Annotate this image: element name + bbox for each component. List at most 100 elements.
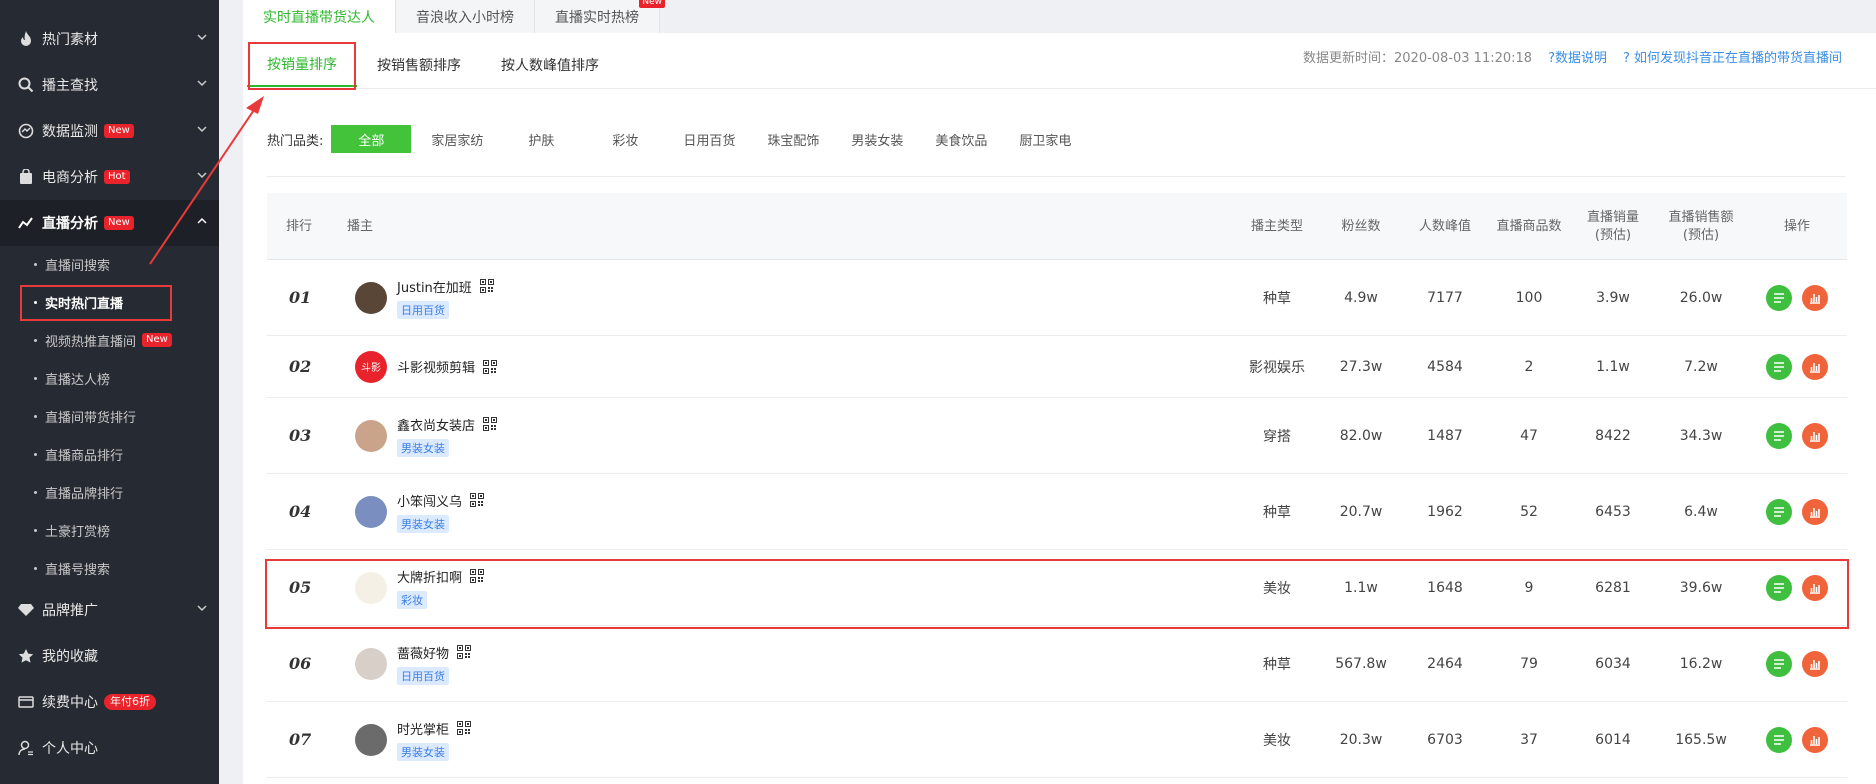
sidebar-item-renewal-center[interactable]: 续费中心 年付6折 <box>0 679 219 725</box>
rank-number: 03 <box>289 426 312 445</box>
detail-list-button[interactable] <box>1766 353 1792 380</box>
category-jewelry[interactable]: 珠宝配饰 <box>751 125 835 153</box>
avatar[interactable] <box>355 281 387 314</box>
sidebar-item-data-monitor[interactable]: 数据监测 New <box>0 108 219 154</box>
table-row: 01 Justin在加班 日用百货 种草 4.9w 7177 100 3.9w … <box>267 260 1847 336</box>
sales-amount: 165.5w <box>1675 731 1727 748</box>
bullet-icon <box>34 452 37 456</box>
divider <box>247 88 1876 89</box>
data-explanation-link[interactable]: ?数据说明 <box>1548 47 1607 66</box>
anchor-cell[interactable]: 小笨闯义乌 男装女装 <box>355 474 1055 549</box>
category-daily-goods[interactable]: 日用百货 <box>667 125 751 153</box>
sales-amount: 7.2w <box>1684 358 1718 375</box>
tab-live-realtime-hot[interactable]: 直播实时热榜 New <box>535 0 665 33</box>
sidebar-item-hot-materials[interactable]: 热门素材 <box>0 16 219 62</box>
star-icon <box>18 648 34 664</box>
fans-count: 20.3w <box>1339 731 1383 748</box>
tab-realtime-live-sellers[interactable]: 实时直播带货达人 <box>243 0 396 33</box>
highlight-box-sort-tab <box>248 42 356 90</box>
anchor-name[interactable]: 时光掌柜 <box>397 719 449 738</box>
sub-item-tycoon-reward-rank[interactable]: 土豪打赏榜 <box>0 512 219 548</box>
qr-code-icon[interactable] <box>483 359 498 374</box>
category-makeup[interactable]: 彩妆 <box>583 125 667 153</box>
highlight-box-row <box>265 559 1849 629</box>
detail-list-button[interactable] <box>1766 284 1792 311</box>
category-skincare[interactable]: 护肤 <box>499 125 583 153</box>
sub-item-live-goods-rank[interactable]: 直播间带货排行 <box>0 398 219 434</box>
category-kitchen[interactable]: 厨卫家电 <box>1003 125 1087 153</box>
sort-by-sales-amount[interactable]: 按销售额排序 <box>357 43 481 87</box>
avatar[interactable]: 斗影 <box>355 350 387 383</box>
category-tag: 日用百货 <box>397 666 449 685</box>
rank-number: 07 <box>289 730 312 749</box>
goods-count: 79 <box>1520 655 1538 672</box>
sub-item-live-product-rank[interactable]: 直播商品排行 <box>0 436 219 472</box>
sidebar-item-top-partial[interactable] <box>0 0 219 10</box>
analytics-button[interactable] <box>1802 422 1828 449</box>
sub-item-live-id-search[interactable]: 直播号搜索 <box>0 550 219 586</box>
how-to-find-link[interactable]: ? 如何发现抖音正在直播的带货直播间 <box>1623 47 1842 66</box>
anchor-name[interactable]: 斗影视频剪辑 <box>397 357 475 376</box>
avatar[interactable] <box>355 647 387 680</box>
anchor-cell[interactable]: 斗影 斗影视频剪辑 <box>355 336 1055 397</box>
anchor-name[interactable]: 鑫衣尚女装店 <box>397 415 475 434</box>
sales-volume: 6453 <box>1595 503 1631 520</box>
sidebar-item-ecommerce[interactable]: 电商分析 Hot <box>0 154 219 200</box>
analytics-button[interactable] <box>1802 498 1828 525</box>
header-sales-amount: 直播销售额 (预估) <box>1668 209 1734 243</box>
avatar[interactable] <box>355 723 387 756</box>
sidebar-item-live-analysis[interactable]: 直播分析 New <box>0 200 219 246</box>
sidebar-item-label: 个人中心 <box>42 741 98 757</box>
qr-code-icon[interactable] <box>479 279 494 293</box>
qr-code-icon[interactable] <box>457 645 472 659</box>
analytics-button[interactable] <box>1802 284 1828 311</box>
sidebar-item-anchor-search[interactable]: 播主查找 <box>0 62 219 108</box>
detail-list-button[interactable] <box>1766 498 1792 525</box>
avatar-text: 斗影 <box>361 363 381 374</box>
anchor-cell[interactable]: 鑫衣尚女装店 男装女装 <box>355 398 1055 473</box>
sidebar-item-personal-center[interactable]: 个人中心 <box>0 725 219 771</box>
operations <box>1757 626 1837 701</box>
analytics-button[interactable] <box>1802 650 1828 677</box>
category-apparel[interactable]: 男装女装 <box>835 125 919 153</box>
qr-code-icon[interactable] <box>483 417 498 431</box>
chevron-down-icon <box>197 126 207 133</box>
analytics-button[interactable] <box>1802 726 1828 753</box>
sidebar-item-brand-promotion[interactable]: 品牌推广 <box>0 587 219 633</box>
qr-code-icon[interactable] <box>457 721 472 735</box>
category-all[interactable]: 全部 <box>331 125 412 153</box>
anchor-cell[interactable]: Justin在加班 日用百货 <box>355 260 1055 335</box>
tab-sound-wave-hourly[interactable]: 音浪收入小时榜 <box>396 0 535 33</box>
anchor-info: 蔷薇好物 日用百货 <box>397 643 472 685</box>
trend-icon <box>18 215 34 231</box>
update-info: 数据更新时间：2020-08-03 11:20:18 ?数据说明 ? 如何发现抖… <box>1303 47 1842 66</box>
anchor-cell[interactable]: 时光掌柜 男装女装 <box>355 702 1055 777</box>
detail-list-button[interactable] <box>1766 726 1792 753</box>
sidebar-item-label: 播主查找 <box>42 78 98 94</box>
sort-tab-label: 按人数峰值排序 <box>501 58 599 74</box>
detail-list-button[interactable] <box>1766 422 1792 449</box>
sub-item-label: 直播号搜索 <box>45 562 111 578</box>
highlight-box-sidebar <box>20 285 172 321</box>
category-home-textile[interactable]: 家居家纺 <box>415 125 499 153</box>
detail-list-button[interactable] <box>1766 650 1792 677</box>
sidebar-item-favorites[interactable]: 我的收藏 <box>0 633 219 679</box>
anchor-name[interactable]: Justin在加班 <box>397 277 472 296</box>
sub-item-video-hot-live[interactable]: 视频热推直播间 New <box>0 322 219 358</box>
anchor-name[interactable]: 蔷薇好物 <box>397 643 449 662</box>
sort-by-peak-viewers[interactable]: 按人数峰值排序 <box>481 43 619 87</box>
sub-item-live-brand-rank[interactable]: 直播品牌排行 <box>0 474 219 510</box>
anchor-name[interactable]: 小笨闯义乌 <box>397 491 462 510</box>
sales-amount: 34.3w <box>1679 427 1723 444</box>
bullet-icon <box>34 338 37 342</box>
goods-count: 37 <box>1520 731 1538 748</box>
avatar[interactable] <box>355 495 387 528</box>
category-food[interactable]: 美食饮品 <box>919 125 1003 153</box>
operations <box>1757 336 1837 397</box>
sub-item-live-room-search[interactable]: 直播间搜索 <box>0 246 219 282</box>
anchor-cell[interactable]: 蔷薇好物 日用百货 <box>355 626 1055 701</box>
avatar[interactable] <box>355 419 387 452</box>
sub-item-live-talent-rank[interactable]: 直播达人榜 <box>0 360 219 396</box>
analytics-button[interactable] <box>1802 353 1828 380</box>
qr-code-icon[interactable] <box>470 493 485 507</box>
